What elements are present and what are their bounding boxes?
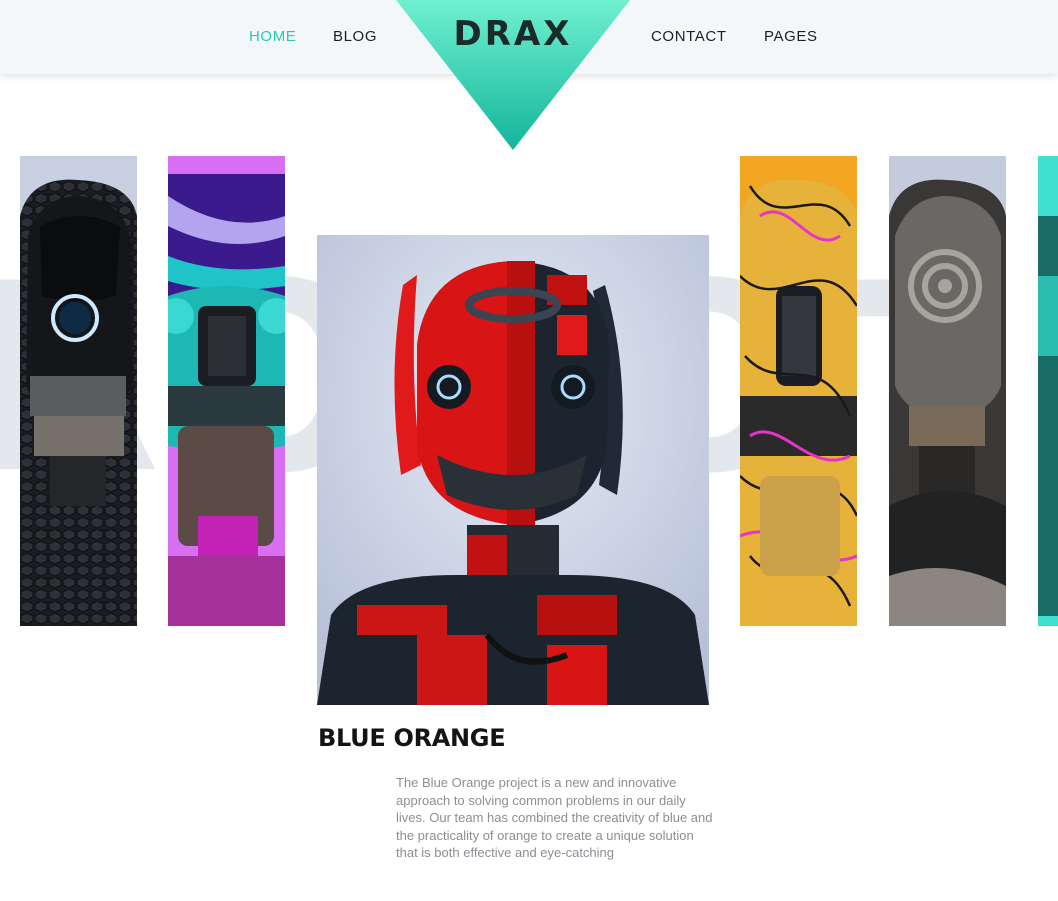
logo-wordmark: DRAX: [453, 14, 573, 54]
nav-blog-link[interactable]: BLOG: [333, 28, 377, 46]
featured-title: BLUE ORANGE: [318, 724, 506, 752]
featured-description: The Blue Orange project is a new and inn…: [396, 775, 713, 861]
gallery-card-teal-edge-robot[interactable]: [1038, 156, 1058, 626]
robot-portrait-icon: [20, 156, 137, 626]
robot-portrait-icon: [740, 156, 857, 626]
gallery-card-teal-marble-robot[interactable]: [168, 156, 285, 626]
robot-portrait-icon: [317, 235, 709, 705]
nav-contact-link[interactable]: CONTACT: [651, 28, 727, 46]
gallery-card-spiral-stone-robot[interactable]: [889, 156, 1006, 626]
featured-robot-image[interactable]: [317, 235, 709, 705]
gallery-card-graffiti-yellow-robot[interactable]: [740, 156, 857, 626]
site-logo[interactable]: DRAX: [396, 0, 630, 150]
nav-pages-link[interactable]: PAGES: [764, 28, 818, 46]
nav-home-link[interactable]: HOME: [249, 28, 296, 46]
robot-portrait-icon: [889, 156, 1006, 626]
robot-portrait-icon: [168, 156, 285, 626]
robot-portrait-icon: [1038, 156, 1058, 626]
gallery-card-dark-hex-robot[interactable]: [20, 156, 137, 626]
